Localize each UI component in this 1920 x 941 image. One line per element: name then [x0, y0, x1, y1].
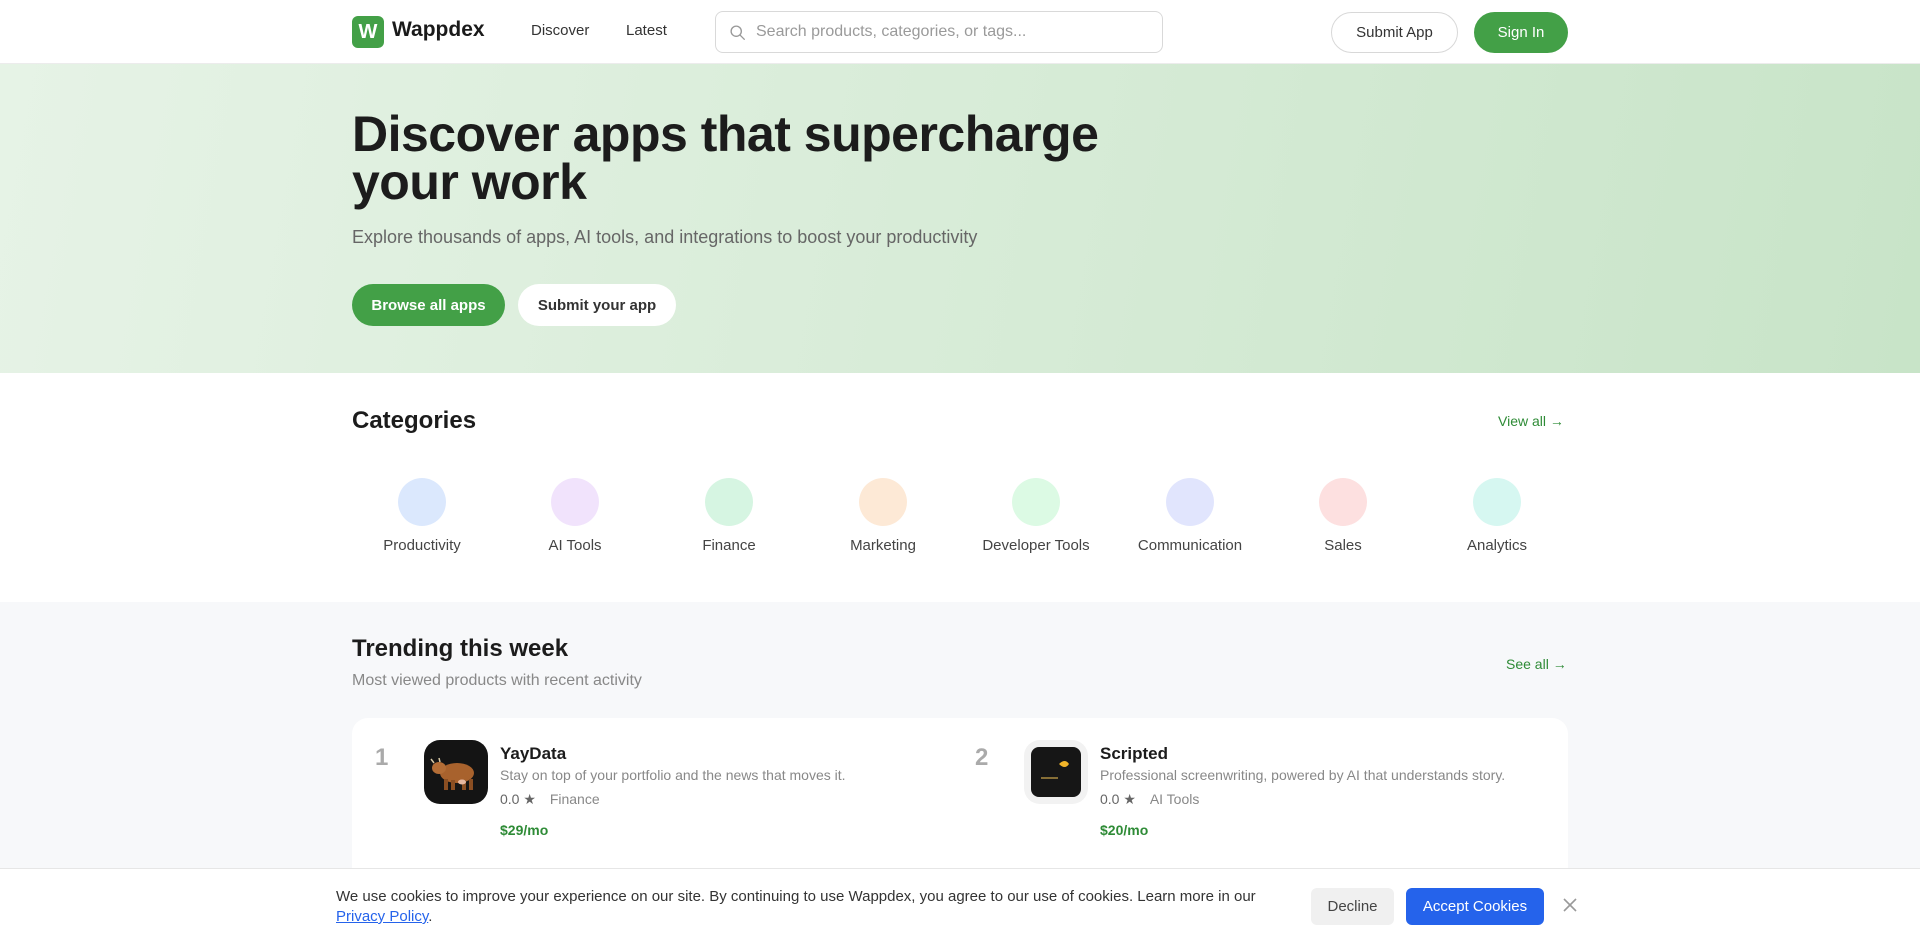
category-label: Finance: [702, 537, 756, 554]
trending-item-yaydata[interactable]: 1 YayData Stay on top of your portfolio …: [352, 718, 952, 868]
app-name: YayData: [500, 744, 567, 763]
category-label: Marketing: [850, 537, 916, 554]
category-label: Productivity: [383, 537, 461, 554]
logo-text[interactable]: Wappdex: [392, 18, 485, 42]
category-sales-icon: [1319, 478, 1367, 526]
category-sales[interactable]: Sales: [1268, 478, 1418, 554]
app-category: AI Tools: [1149, 791, 1200, 807]
cookie-message: We use cookies to improve your experienc…: [336, 888, 1256, 905]
category-label: Sales: [1324, 537, 1362, 554]
category-communication-icon: [1166, 478, 1214, 526]
app-description: Stay on top of your portfolio and the ne…: [500, 767, 846, 783]
category-developer-tools[interactable]: Developer Tools: [961, 478, 1111, 554]
decline-cookies-button[interactable]: Decline: [1311, 888, 1394, 925]
app-rating: 0.0: [500, 791, 520, 807]
cookie-banner: We use cookies to improve your experienc…: [0, 868, 1920, 941]
category-productivity[interactable]: Productivity: [347, 478, 497, 554]
search-input[interactable]: [756, 20, 1151, 44]
close-icon[interactable]: [1560, 895, 1580, 915]
category-marketing[interactable]: Marketing: [808, 478, 958, 554]
trending-subtitle: Most viewed products with recent activit…: [352, 672, 642, 689]
category-finance-icon: [705, 478, 753, 526]
privacy-policy-link[interactable]: Privacy Policy: [336, 908, 428, 925]
category-ai-tools[interactable]: AI Tools: [500, 478, 650, 554]
trending-item-scripted[interactable]: 2 Scripted Professional screenwriting, p…: [952, 718, 1568, 868]
nav-latest[interactable]: Latest: [626, 22, 667, 39]
hero-section: Discover apps that supercharge your work…: [0, 64, 1920, 373]
category-analytics-icon: [1473, 478, 1521, 526]
submit-app-button[interactable]: Submit App: [1331, 12, 1458, 53]
categories-view-all-link[interactable]: View all →: [1498, 413, 1564, 429]
category-finance[interactable]: Finance: [654, 478, 804, 554]
category-analytics[interactable]: Analytics: [1422, 478, 1572, 554]
category-label: Developer Tools: [982, 537, 1090, 554]
category-productivity-icon: [398, 478, 446, 526]
sign-in-button[interactable]: Sign In: [1474, 12, 1568, 53]
category-ai-tools-icon: [551, 478, 599, 526]
category-communication[interactable]: Communication: [1115, 478, 1265, 554]
category-marketing-icon: [859, 478, 907, 526]
app-meta: 0.0 ★ Finance: [500, 791, 600, 808]
app-meta: 0.0 ★ AI Tools: [1100, 791, 1199, 808]
nav-discover[interactable]: Discover: [531, 22, 589, 39]
rank-number: 2: [975, 744, 989, 771]
search-box: [715, 11, 1163, 53]
categories-title: Categories: [352, 407, 477, 434]
accept-cookies-button[interactable]: Accept Cookies: [1406, 888, 1544, 925]
app-category: Finance: [549, 791, 600, 807]
top-header: W Wappdex Discover Latest Submit App Sig…: [0, 0, 1920, 64]
scripted-logo-icon: [1024, 740, 1088, 804]
app-price: $20/mo: [1100, 822, 1149, 838]
hero-title: Discover apps that supercharge your work: [352, 106, 1099, 210]
hero-subtitle: Explore thousands of apps, AI tools, and…: [352, 227, 978, 247]
star-icon: ★: [523, 791, 536, 807]
app-name: Scripted: [1100, 744, 1169, 763]
browse-all-apps-button[interactable]: Browse all apps: [352, 284, 505, 326]
category-label: AI Tools: [548, 537, 602, 554]
cookie-period: .: [428, 908, 433, 925]
search-icon: [730, 25, 745, 40]
star-icon: ★: [1123, 791, 1136, 807]
category-developer-tools-icon: [1012, 478, 1060, 526]
trending-see-all-link[interactable]: See all →: [1506, 656, 1567, 672]
rank-number: 1: [375, 744, 389, 771]
cow-icon: [424, 740, 488, 804]
app-rating: 0.0: [1100, 791, 1120, 807]
app-price: $29/mo: [500, 822, 549, 838]
app-description: Professional screenwriting, powered by A…: [1100, 767, 1506, 783]
cookie-text: We use cookies to improve your experienc…: [336, 887, 1276, 927]
submit-your-app-button[interactable]: Submit your app: [518, 284, 676, 326]
trending-title: Trending this week: [352, 635, 569, 662]
logo-mark[interactable]: W: [352, 16, 384, 48]
category-label: Analytics: [1466, 537, 1528, 554]
category-label: Communication: [1137, 537, 1243, 554]
